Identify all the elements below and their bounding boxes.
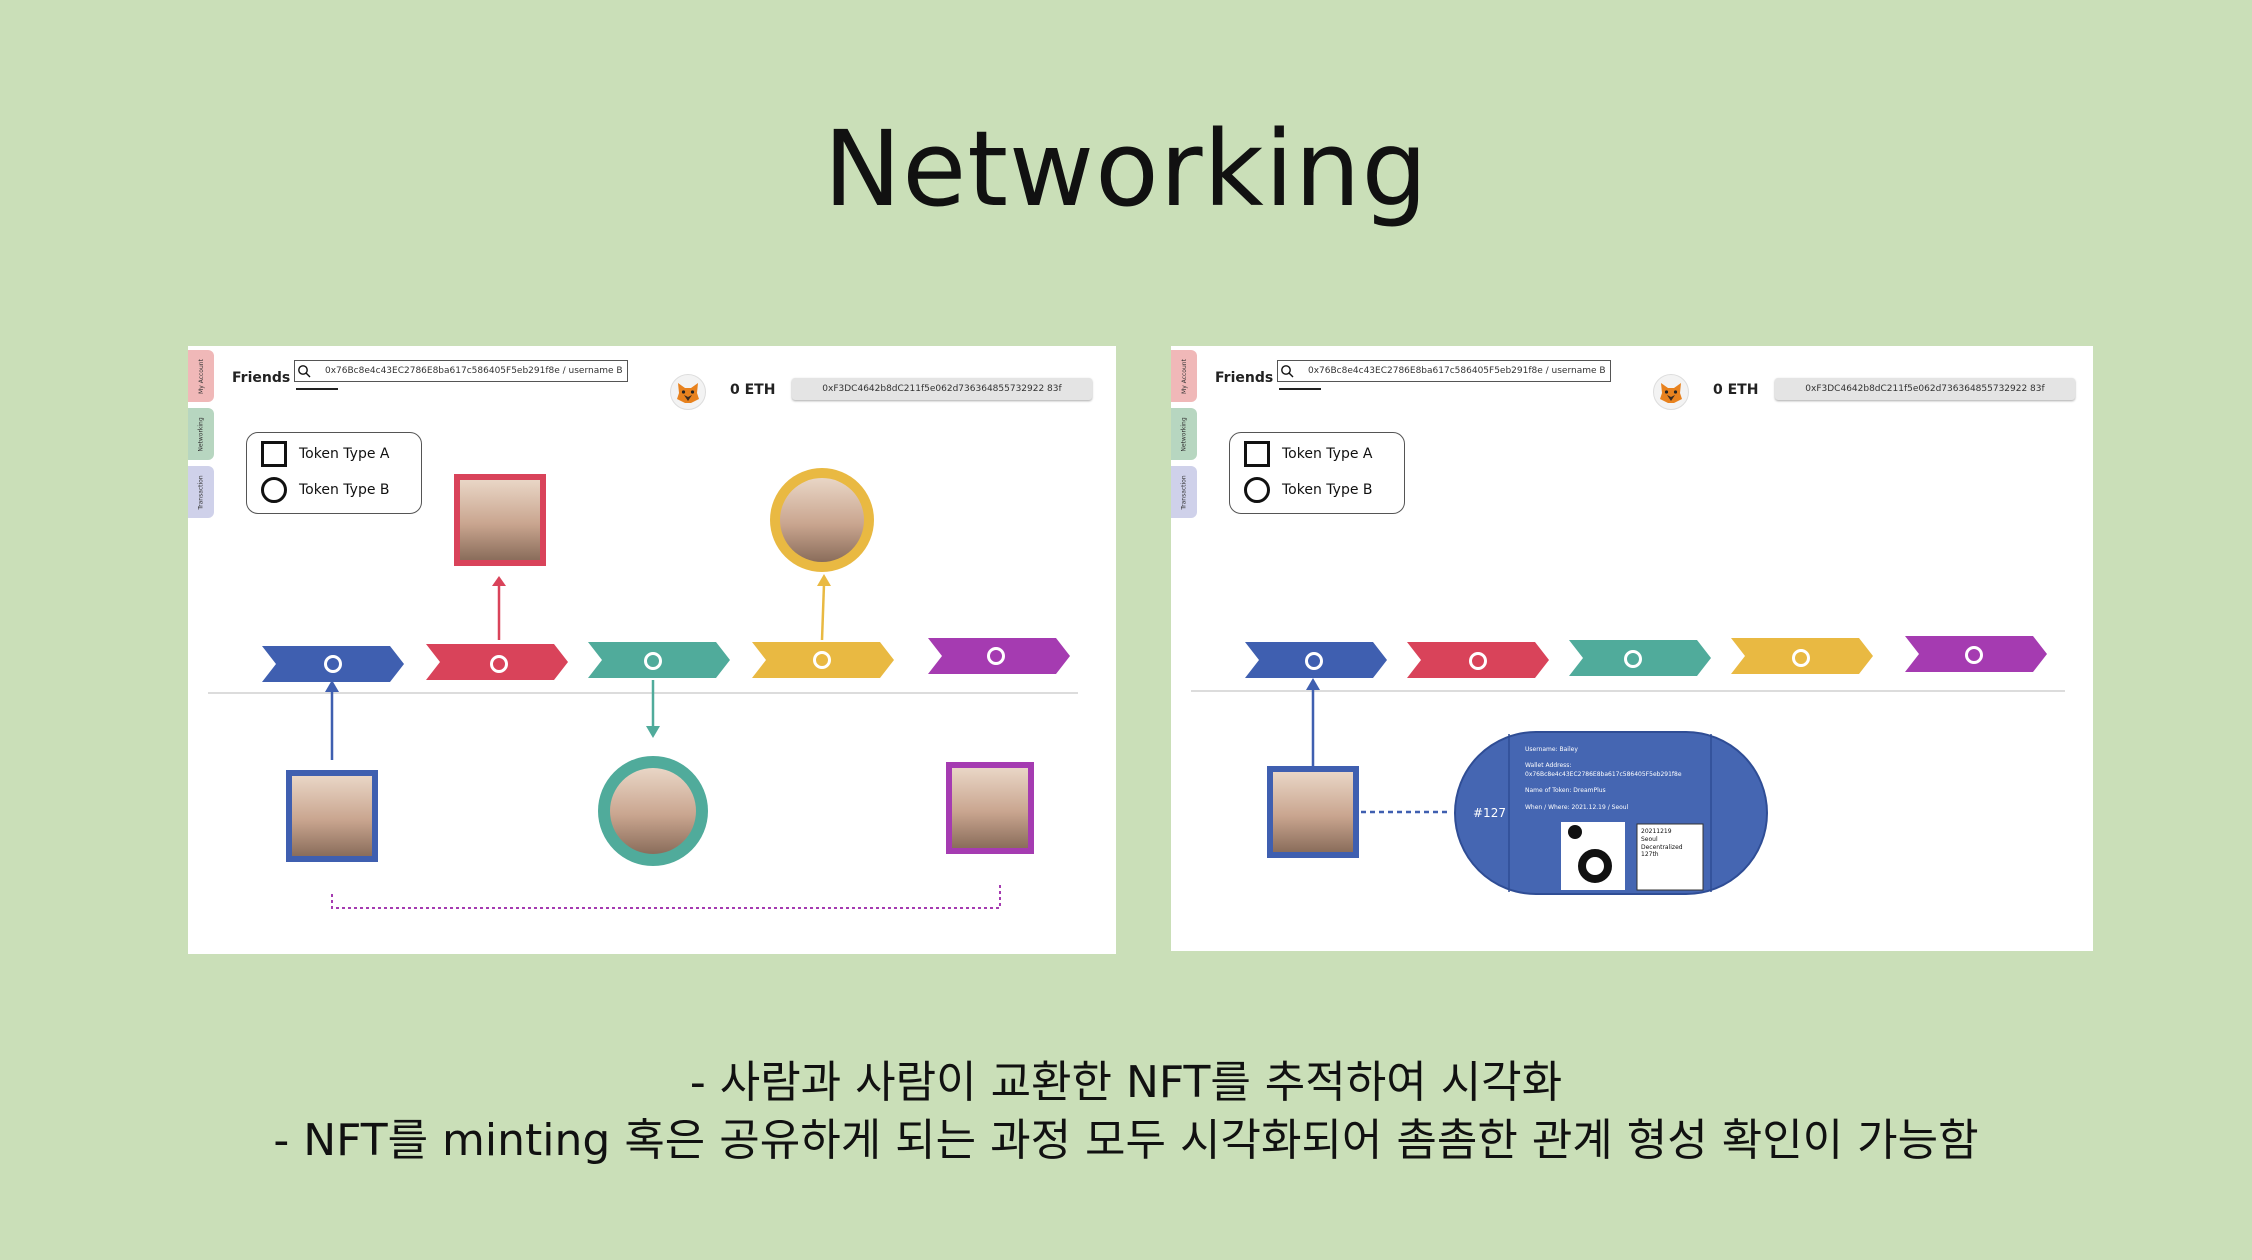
card-details: Username: Bailey Wallet Address: 0x76Bc8… — [1525, 746, 1682, 812]
avatar — [610, 768, 696, 854]
token-arrow-purple[interactable] — [928, 638, 1070, 674]
avatar — [1273, 772, 1353, 852]
token-arrow-red[interactable] — [426, 644, 568, 680]
networking-screen-left: My Account Networking Transaction Friend… — [188, 346, 1116, 954]
friend-photo-blue[interactable] — [1267, 766, 1359, 858]
card-wallet: 0x76Bc8e4c43EC2786E8ba617c586405F5eb291f… — [1525, 770, 1682, 778]
caption-line-1: - 사람과 사람이 교환한 NFT를 추적하여 시각화 — [689, 1057, 1563, 1108]
friend-photo-yellow[interactable] — [770, 468, 874, 572]
arrowhead-red — [492, 576, 506, 586]
avatar — [780, 478, 864, 562]
network-diagram — [1245, 636, 2047, 895]
caption-line-2: - NFT를 minting 혹은 공유하게 되는 과정 모두 시각화되어 촘촘… — [273, 1115, 1979, 1166]
avatar — [952, 768, 1028, 848]
arrowhead-blue — [1306, 678, 1320, 690]
card-username: Username: Bailey — [1525, 746, 1578, 753]
friend-photo-purple[interactable] — [946, 762, 1034, 854]
arrowhead-teal — [646, 726, 660, 738]
connector-yellow — [820, 583, 826, 641]
card-sub-details: 20211219 Seoul Decentralized 127th — [1641, 828, 1683, 859]
token-arrow-yellow[interactable] — [752, 642, 894, 678]
token-arrow-yellow[interactable] — [1731, 638, 1873, 674]
friend-photo-blue[interactable] — [286, 770, 378, 862]
slide-title: Networking — [823, 108, 1429, 230]
friend-photo-teal[interactable] — [598, 756, 708, 866]
token-arrow-red[interactable] — [1407, 642, 1549, 678]
card-when-where: When / Where: 2021.12.19 / Seoul — [1525, 803, 1629, 811]
avatar — [460, 480, 540, 560]
avatar — [292, 776, 372, 856]
token-arrow-blue[interactable] — [1245, 642, 1387, 678]
relation-dotted-line — [331, 882, 1001, 909]
token-arrow-purple[interactable] — [1905, 636, 2047, 672]
token-arrow-blue[interactable] — [262, 646, 404, 682]
dot-shape — [1568, 825, 1582, 839]
arrowhead-yellow — [817, 574, 831, 586]
card-token-name: Name of Token: DreamPlus — [1525, 787, 1606, 795]
card-number: #127 — [1473, 806, 1506, 820]
networking-screen-right: My Account Networking Transaction Friend… — [1171, 346, 2093, 951]
friend-photo-red[interactable] — [454, 474, 546, 566]
card-wallet-label: Wallet Address: — [1525, 762, 1572, 770]
